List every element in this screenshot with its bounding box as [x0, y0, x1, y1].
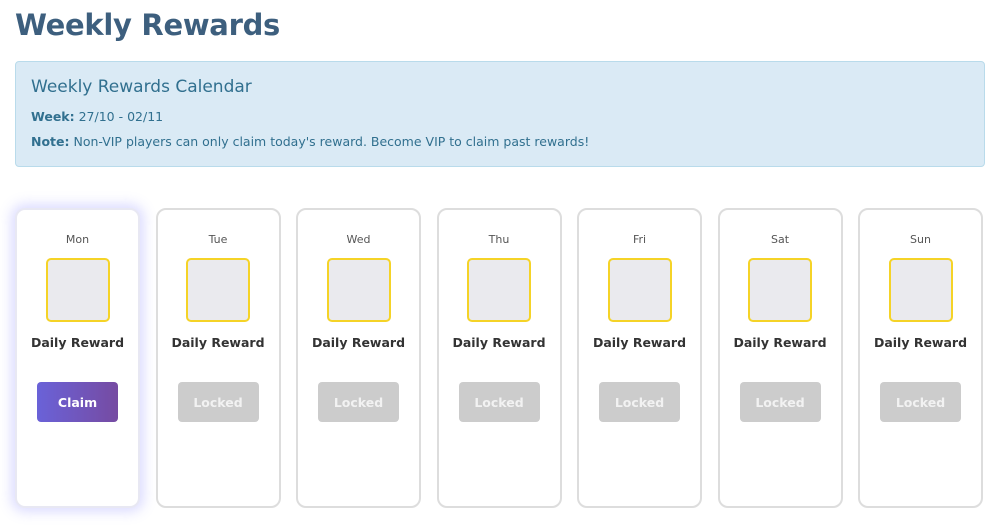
- locked-button: Locked: [599, 382, 680, 422]
- info-alert: Weekly Rewards Calendar Week: 27/10 - 02…: [15, 61, 985, 167]
- locked-button: Locked: [458, 382, 540, 422]
- claim-button[interactable]: Claim: [37, 382, 118, 422]
- locked-button: Locked: [880, 382, 961, 422]
- reward-image: [45, 258, 110, 322]
- reward-name: Daily Reward: [873, 335, 968, 350]
- day-card-sun: Sun Daily Reward Locked: [858, 208, 983, 508]
- info-title: Weekly Rewards Calendar: [31, 77, 252, 97]
- day-card-fri: Fri Daily Reward Locked: [577, 208, 702, 508]
- note-line: Note: Non-VIP players can only claim tod…: [31, 134, 969, 149]
- reward-name: Daily Reward: [311, 335, 406, 350]
- reward-name: Daily Reward: [592, 335, 687, 350]
- reward-image: [467, 258, 531, 322]
- reward-image: [748, 258, 812, 322]
- reward-image: [607, 258, 672, 322]
- day-label: Sun: [910, 233, 931, 246]
- week-label: Week:: [31, 109, 75, 124]
- day-label: Wed: [346, 233, 371, 246]
- weekly-rewards-page: Weekly Rewards Weekly Rewards Calendar W…: [0, 0, 996, 527]
- day-label: Thu: [488, 233, 510, 246]
- day-card-tue: Tue Daily Reward Locked: [155, 208, 281, 508]
- days-grid: Mon Daily Reward Claim Tue Daily Reward …: [15, 208, 987, 508]
- reward-name: Daily Reward: [733, 335, 827, 350]
- day-label: Fri: [632, 233, 647, 246]
- day-label: Sat: [770, 233, 790, 246]
- day-card-mon: Mon Daily Reward Claim: [15, 208, 140, 508]
- day-card-thu: Thu Daily Reward Locked: [436, 208, 562, 508]
- note-value: Non-VIP players can only claim today's r…: [73, 134, 590, 149]
- note-label: Note:: [31, 134, 70, 149]
- page-title: Weekly Rewards: [15, 8, 280, 42]
- reward-image: [888, 258, 953, 322]
- reward-image: [186, 258, 250, 322]
- reward-image: [326, 258, 391, 322]
- reward-name: Daily Reward: [452, 335, 546, 350]
- day-label: Mon: [65, 233, 90, 246]
- day-label: Tue: [208, 233, 228, 246]
- locked-button: Locked: [177, 382, 259, 422]
- day-card-wed: Wed Daily Reward Locked: [296, 208, 421, 508]
- reward-name: Daily Reward: [30, 335, 125, 350]
- day-card-sat: Sat Daily Reward Locked: [717, 208, 843, 508]
- week-value: 27/10 - 02/11: [78, 109, 164, 124]
- locked-button: Locked: [739, 382, 821, 422]
- reward-name: Daily Reward: [171, 335, 265, 350]
- locked-button: Locked: [318, 382, 399, 422]
- week-line: Week: 27/10 - 02/11: [31, 109, 969, 124]
